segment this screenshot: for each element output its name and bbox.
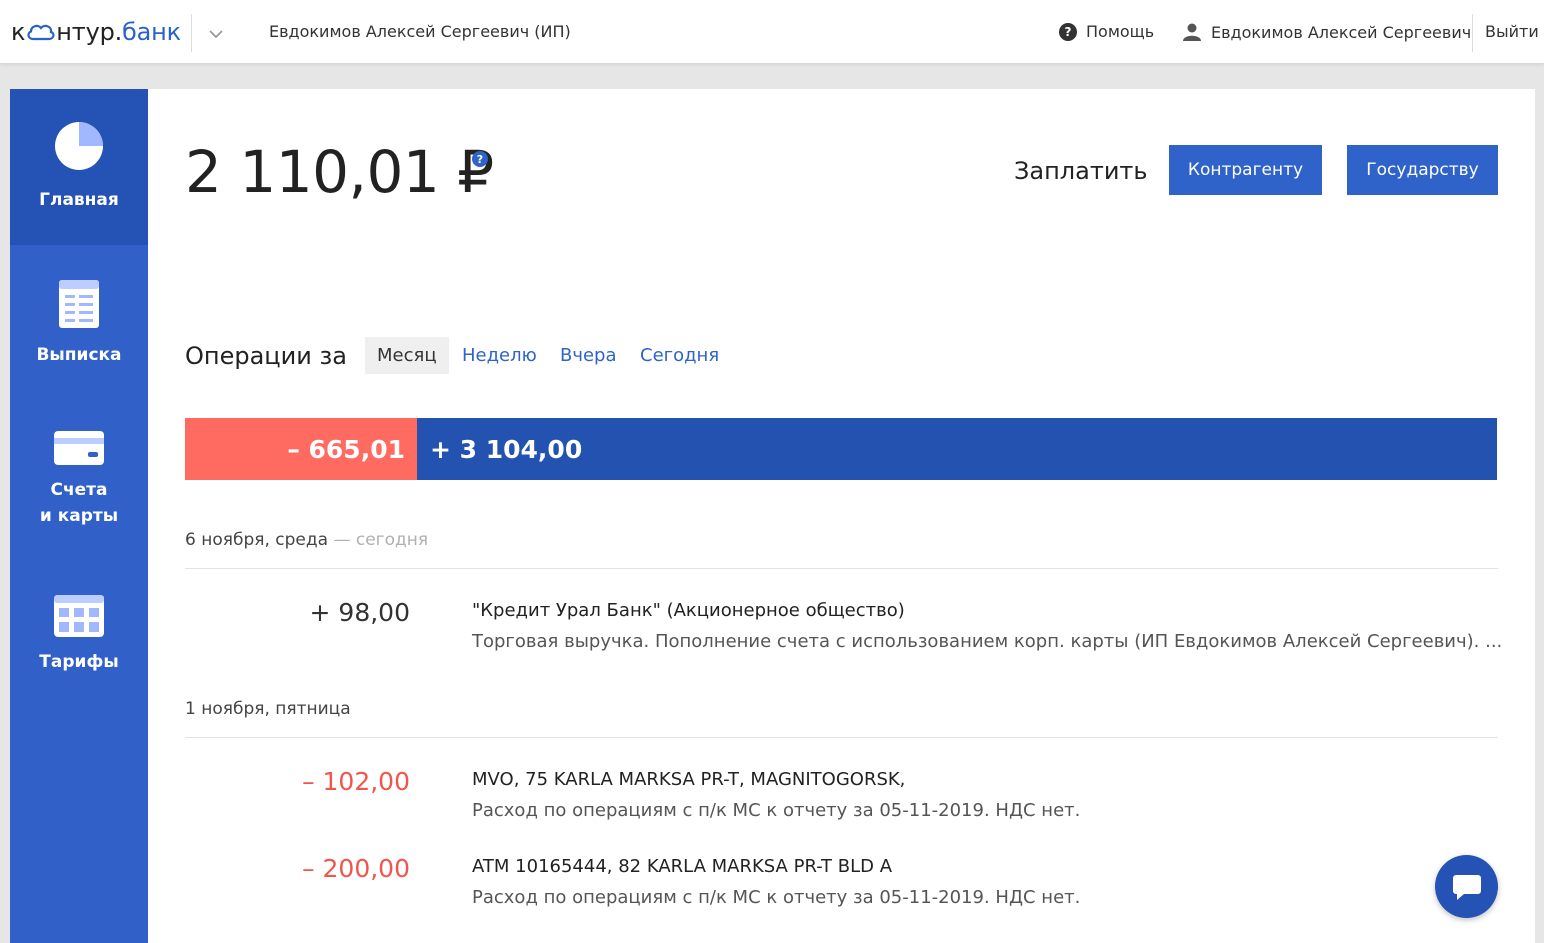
sidebar-item-label: Тарифы <box>39 652 119 672</box>
transaction-title: "Кредит Урал Банк" (Акционерное общество… <box>472 600 905 621</box>
period-tab-month[interactable]: Месяц <box>365 337 449 374</box>
chevron-down-icon <box>209 30 223 39</box>
sidebar-nav: Главная Выписка Счета и карты Тарифы <box>10 89 148 943</box>
logo-text-prefix: к <box>11 18 26 46</box>
user-profile-link[interactable]: Евдокимов Алексей Сергеевич <box>1182 22 1471 42</box>
transaction-description: Торговая выручка. Пополнение счета с исп… <box>472 631 1503 652</box>
incoming-total[interactable]: + 3 104,00 <box>417 418 1497 480</box>
day-header: 6 ноября, среда — сегодня <box>185 530 428 550</box>
transaction-title: MVO, 75 KARLA MARKSA PR-T, MAGNITOGORSK, <box>472 769 906 790</box>
calendar-icon <box>54 595 104 637</box>
period-tab-today[interactable]: Сегодня <box>628 337 731 374</box>
pay-label: Заплатить <box>1014 157 1148 185</box>
org-switch-dropdown[interactable] <box>206 24 226 44</box>
pie-chart-icon <box>55 122 103 170</box>
transaction-description: Расход по операциям с п/к МС к отчету за… <box>472 887 1081 908</box>
transaction-amount: – 200,00 <box>302 854 410 883</box>
transaction-amount: + 98,00 <box>309 598 410 627</box>
day-header: 1 ноября, пятница <box>185 699 351 719</box>
balance-help-icon[interactable]: ? <box>472 151 488 167</box>
pay-state-button[interactable]: Государству <box>1347 145 1498 195</box>
period-tab-yesterday[interactable]: Вчера <box>548 337 629 374</box>
logo-text-middle: нтур. <box>56 18 123 46</box>
top-header: к нтур. банк Евдокимов Алексей Сергеевич … <box>0 0 1544 64</box>
help-link[interactable]: ? Помощь <box>1059 22 1154 41</box>
divider <box>185 737 1498 738</box>
logo-text-bank: банк <box>122 18 181 46</box>
organization-name: Евдокимов Алексей Сергеевич (ИП) <box>269 22 571 41</box>
cloud-logo-icon <box>27 24 55 41</box>
chat-bubble-icon <box>1452 874 1481 900</box>
transaction-amount: – 102,00 <box>302 767 410 796</box>
header-divider <box>1472 14 1473 52</box>
transaction-title: ATM 10165444, 82 KARLA MARKSA PR-T BLD A <box>472 856 893 877</box>
day-date: 6 ноября, среда <box>185 530 329 550</box>
divider <box>185 568 1498 569</box>
sidebar-item-label: Главная <box>39 190 119 210</box>
pay-counterparty-button[interactable]: Контрагенту <box>1169 145 1322 195</box>
header-divider <box>191 14 192 52</box>
user-name: Евдокимов Алексей Сергеевич <box>1211 22 1472 42</box>
sidebar-item-accounts-cards[interactable]: Счета и карты <box>10 431 148 541</box>
operations-title: Операции за <box>185 342 347 370</box>
user-icon <box>1183 23 1201 41</box>
sidebar-item-statement[interactable]: Выписка <box>10 280 148 380</box>
help-label: Помощь <box>1086 22 1155 41</box>
question-icon: ? <box>1059 22 1077 41</box>
outgoing-total[interactable]: – 665,01 <box>185 418 417 480</box>
main-content: 2 110,01 ₽ ? Заплатить Контрагенту Госуд… <box>148 89 1535 943</box>
sidebar-item-tariffs[interactable]: Тарифы <box>10 595 148 695</box>
kontur-bank-logo[interactable]: к нтур. банк <box>11 18 181 46</box>
card-icon <box>54 431 104 465</box>
account-balance: 2 110,01 ₽ <box>185 138 494 206</box>
day-today-label: — сегодня <box>328 530 429 550</box>
transaction-description: Расход по операциям с п/к МС к отчету за… <box>472 800 1081 821</box>
day-date: 1 ноября, пятница <box>185 699 351 719</box>
sidebar-item-label: Выписка <box>36 345 122 365</box>
sidebar-item-home[interactable]: Главная <box>10 89 148 245</box>
sidebar-item-label-line1: Счета <box>50 480 108 500</box>
support-chat-button[interactable] <box>1435 855 1498 918</box>
period-tab-week[interactable]: Неделю <box>450 337 549 374</box>
cashflow-bar: – 665,01 + 3 104,00 <box>185 418 1497 480</box>
logout-link[interactable]: Выйти <box>1485 22 1539 41</box>
sidebar-item-label-line2: и карты <box>39 506 119 526</box>
statement-icon <box>59 280 99 328</box>
